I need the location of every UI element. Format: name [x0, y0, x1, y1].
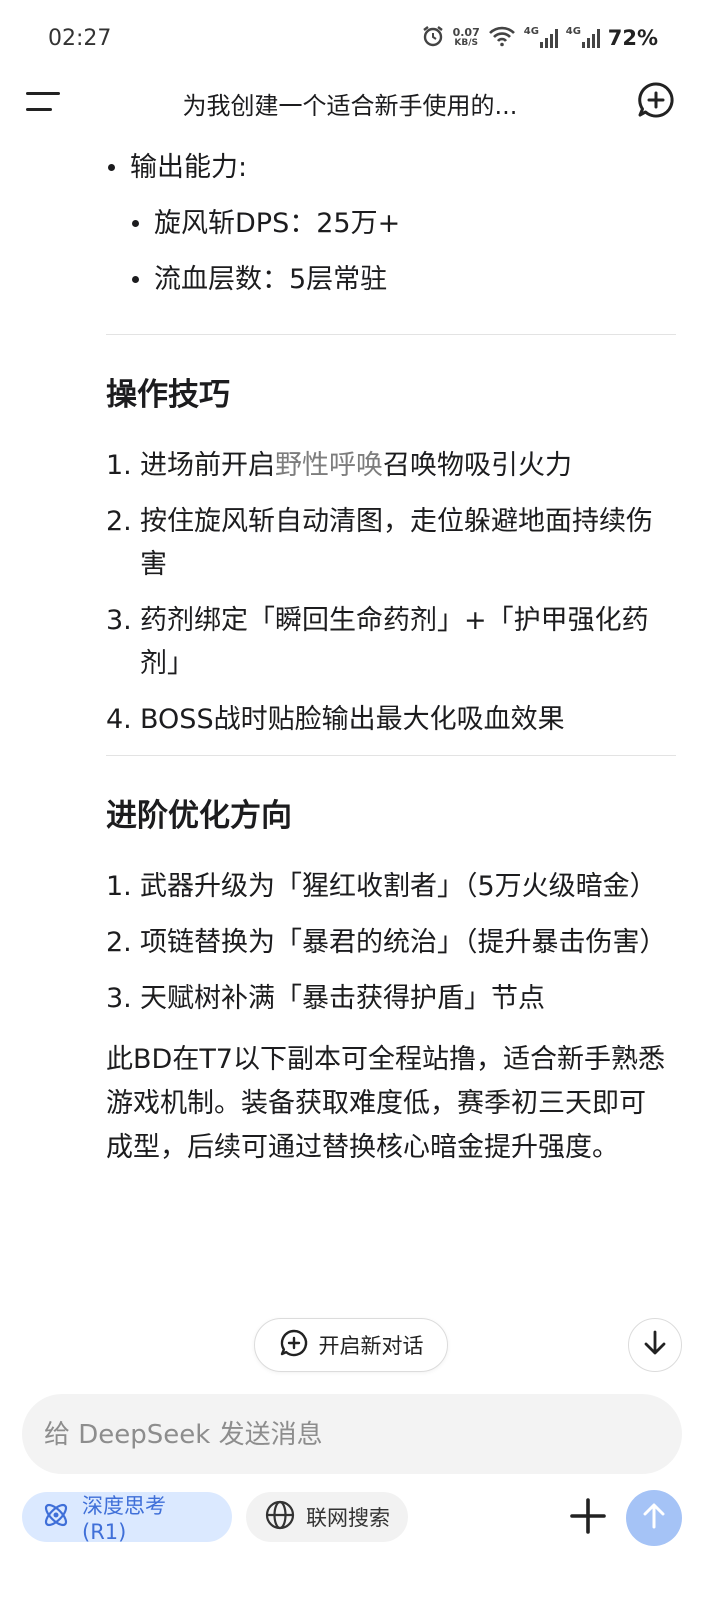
list-item: 2. 项链替换为「暴君的统治」（提升暴击伤害）	[106, 927, 667, 958]
list-item: 旋风斩DPS：25万+	[130, 196, 676, 252]
status-bar: 02:27 0.07 KB/S 4G 4G 72%	[0, 0, 720, 82]
message-input-container	[22, 1394, 682, 1476]
new-chat-icon[interactable]	[636, 80, 680, 124]
conversation-title[interactable]: 为我创建一个适合新手使用的...	[0, 86, 700, 121]
web-search-label: 联网搜索	[306, 1506, 390, 1530]
list-item: 流血层数：5层常驻	[130, 252, 676, 308]
wifi-icon	[488, 25, 516, 51]
new-chat-label: 开启新对话	[318, 1334, 424, 1358]
status-icons: 0.07 KB/S 4G 4G 72%	[421, 24, 658, 52]
alarm-icon	[421, 24, 445, 52]
deep-think-label: 深度思考 (R1)	[82, 1494, 166, 1544]
scroll-down-button[interactable]	[628, 1318, 682, 1372]
summary-paragraph: 此BD在T7以下副本可全程站撸，适合新手熟悉游戏机制。装备获取难度低，赛季初三天…	[106, 1044, 665, 1163]
list-item: 输出能力:	[106, 140, 676, 196]
arrow-up-icon	[639, 1501, 669, 1535]
list-item: 3. 药剂绑定「瞬回生命药剂」+「护甲强化药剂」	[106, 605, 649, 679]
section-heading: 进阶优化方向	[106, 798, 292, 834]
divider	[106, 334, 676, 335]
atom-icon	[40, 1499, 72, 1536]
battery-level: 72%	[607, 26, 658, 50]
network-speed: 0.07 KB/S	[452, 26, 480, 48]
divider	[106, 755, 676, 756]
send-button[interactable]	[626, 1490, 682, 1546]
status-time: 02:27	[48, 26, 112, 51]
inline-link[interactable]: 野性呼唤	[275, 450, 383, 481]
app-header: 为我创建一个适合新手使用的...	[0, 82, 720, 122]
plus-icon[interactable]	[566, 1494, 610, 1538]
list-item: 4. BOSS战时贴脸输出最大化吸血效果	[106, 704, 565, 735]
message-input[interactable]	[42, 1394, 666, 1476]
signal-sim1-icon: 4G	[524, 26, 558, 50]
new-chat-button[interactable]: 开启新对话	[254, 1318, 448, 1372]
section-heading: 操作技巧	[106, 377, 230, 413]
deep-think-toggle[interactable]: 深度思考 (R1)	[22, 1492, 232, 1544]
list-item: 1. 进场前开启野性呼唤召唤物吸引火力	[106, 450, 572, 481]
list-item: 2. 按住旋风斩自动清图，走位躲避地面持续伤害	[106, 506, 653, 580]
list-item: 1. 武器升级为「猩红收割者」（5万火级暗金）	[106, 871, 657, 902]
globe-icon	[264, 1499, 296, 1536]
chat-message: 输出能力: 旋风斩DPS：25万+ 流血层数：5层常驻 操作技巧 1. 进场前开…	[106, 140, 676, 1170]
arrow-down-icon	[641, 1329, 669, 1361]
list-item: 3. 天赋树补满「暴击获得护盾」节点	[106, 983, 545, 1014]
signal-sim2-icon: 4G	[566, 26, 600, 50]
web-search-toggle[interactable]: 联网搜索	[246, 1492, 408, 1542]
chat-plus-icon	[279, 1328, 309, 1363]
